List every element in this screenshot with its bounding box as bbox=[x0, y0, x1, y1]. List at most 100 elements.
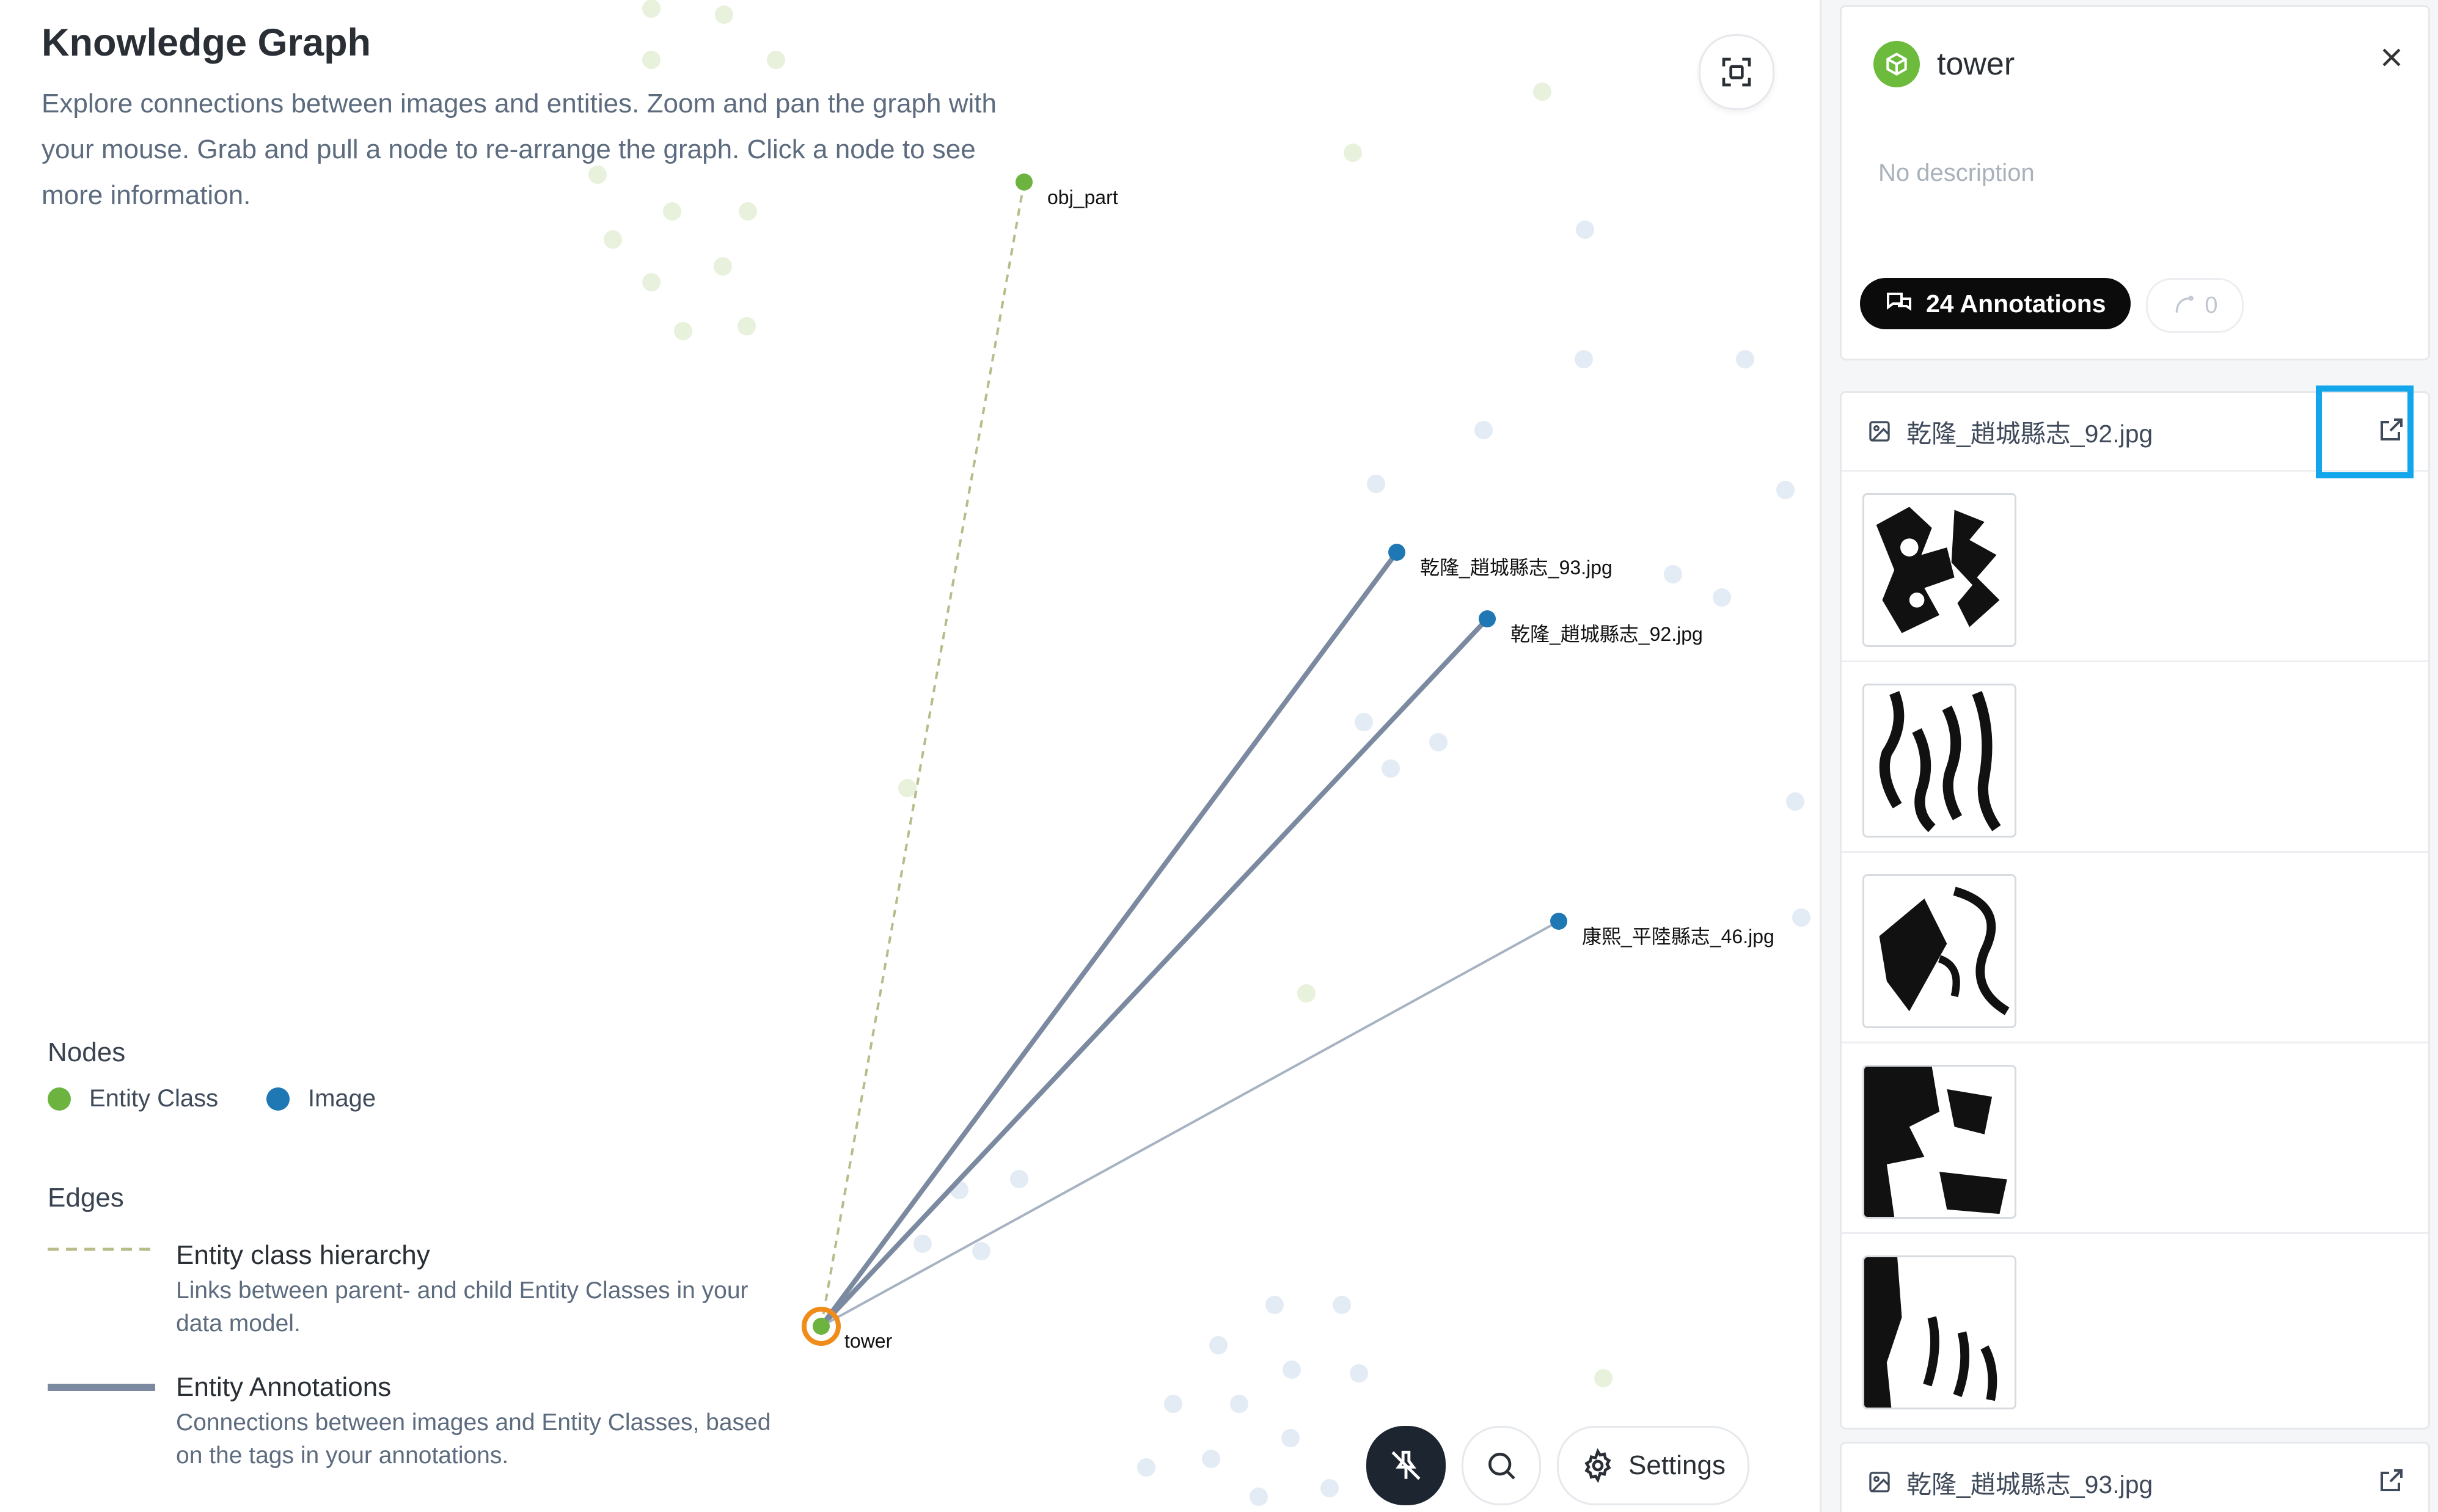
legend-annotations-title: Entity Annotations bbox=[176, 1372, 392, 1402]
file-name-92: 乾隆_趙城縣志_92.jpg bbox=[1906, 420, 2153, 448]
annotations-count-button[interactable]: 24 Annotations bbox=[1860, 278, 2131, 329]
faded-image-node bbox=[1250, 1488, 1268, 1506]
faded-image-node bbox=[1736, 350, 1754, 368]
settings-label: Settings bbox=[1628, 1450, 1726, 1480]
annotation-thumbnail[interactable] bbox=[1862, 1065, 2016, 1219]
faded-entity-node bbox=[898, 779, 917, 797]
node-label-image-46: 康熙_平陸縣志_46.jpg bbox=[1582, 926, 1774, 948]
node-image-46[interactable] bbox=[1550, 913, 1567, 930]
file-name-93: 乾隆_趙城縣志_93.jpg bbox=[1906, 1470, 2153, 1499]
faded-entity-node bbox=[714, 257, 732, 276]
annotation-edge-swatch-icon bbox=[48, 1384, 155, 1391]
file-header-93: 乾隆_趙城縣志_93.jpg bbox=[1842, 1444, 2428, 1512]
entity-header: tower bbox=[1873, 41, 2015, 87]
search-icon bbox=[1488, 1453, 1515, 1480]
faded-entity-node bbox=[1344, 144, 1362, 162]
settings-button[interactable]: Settings bbox=[1557, 1426, 1749, 1505]
faded-entity-node bbox=[767, 51, 785, 69]
entity-card: tower No description 24 Annotations 0 bbox=[1840, 5, 2430, 360]
image-dot-icon bbox=[266, 1087, 290, 1111]
faded-image-node bbox=[1786, 792, 1804, 811]
legend-entity-class: Entity Class bbox=[48, 1085, 218, 1112]
annotation-thumbnail[interactable] bbox=[1862, 874, 2016, 1028]
faded-image-node bbox=[1713, 588, 1731, 607]
annotation-row[interactable] bbox=[1842, 851, 2428, 1043]
faded-image-node bbox=[1792, 908, 1810, 927]
faded-image-node bbox=[1576, 221, 1594, 239]
faded-entity-node bbox=[1594, 1369, 1613, 1387]
faded-entity-node bbox=[674, 322, 692, 340]
page-title: Knowledge Graph bbox=[42, 21, 372, 64]
unpin-nodes-button[interactable] bbox=[1366, 1426, 1446, 1505]
annotation-row[interactable] bbox=[1842, 470, 2428, 662]
search-button[interactable] bbox=[1462, 1426, 1541, 1505]
annotations-count-label: 24 Annotations bbox=[1926, 289, 2106, 318]
annotation-row[interactable] bbox=[1842, 1042, 2428, 1234]
relation-arc-icon bbox=[2176, 296, 2194, 313]
faded-image-node bbox=[1776, 481, 1795, 499]
node-image-92[interactable] bbox=[1479, 610, 1496, 627]
legend-edges-title: Edges bbox=[48, 1183, 124, 1213]
page-description: Explore connections between images and e… bbox=[42, 89, 997, 210]
faded-image-node bbox=[1382, 759, 1400, 778]
faded-image-node bbox=[1283, 1360, 1301, 1379]
legend-nodes-title: Nodes bbox=[48, 1037, 126, 1067]
faded-image-node bbox=[1429, 733, 1448, 751]
entity-class-icon bbox=[1873, 41, 1920, 87]
faded-entity-node bbox=[604, 230, 622, 249]
hierarchy-edge-swatch-icon bbox=[48, 1247, 155, 1251]
entity-description: No description bbox=[1878, 159, 2035, 186]
image-file-icon bbox=[1869, 1472, 1890, 1492]
annotation-row[interactable] bbox=[1842, 1232, 2428, 1423]
faded-entity-node bbox=[715, 5, 733, 24]
node-label-obj-part: obj_part bbox=[1047, 186, 1118, 208]
annotations-icon bbox=[1887, 293, 1911, 311]
unpin-icon bbox=[1391, 1450, 1421, 1480]
highlight-box bbox=[2316, 385, 2414, 478]
faded-entity-node bbox=[642, 273, 661, 291]
relations-count-button[interactable]: 0 bbox=[2146, 278, 2244, 333]
edge-hierarchy-obj-part-tower bbox=[820, 181, 1025, 1327]
legend-annotations-desc: Connections between images and Entity Cl… bbox=[176, 1409, 771, 1469]
graph-canvas[interactable]: obj_part 乾隆_趙城縣志_93.jpg 乾隆_趙城縣志_92.jpg 康… bbox=[0, 0, 1820, 1512]
faded-image-node bbox=[1367, 475, 1385, 493]
faded-image-node bbox=[1333, 1296, 1351, 1314]
annotation-thumbnail[interactable] bbox=[1862, 1255, 2016, 1409]
faded-image-node bbox=[1010, 1170, 1028, 1188]
faded-entity-node bbox=[642, 0, 661, 18]
faded-entity-node bbox=[1533, 82, 1551, 101]
legend-image: Image bbox=[266, 1085, 376, 1112]
entity-name: tower bbox=[1937, 46, 2015, 82]
faded-image-node bbox=[1664, 565, 1682, 583]
file-card-93: 乾隆_趙城縣志_93.jpg bbox=[1840, 1442, 2430, 1512]
legend-entity-class-label: Entity Class bbox=[89, 1085, 219, 1112]
entity-class-dot-icon bbox=[48, 1087, 71, 1111]
faded-image-node bbox=[1137, 1458, 1155, 1477]
faded-entity-node bbox=[738, 317, 756, 335]
fit-view-button[interactable] bbox=[1699, 34, 1774, 110]
faded-image-node bbox=[1350, 1364, 1368, 1382]
edge-annotation-tower-img46 bbox=[821, 920, 1559, 1328]
faded-image-node bbox=[1265, 1296, 1284, 1314]
annotation-thumbnail[interactable] bbox=[1862, 684, 2016, 838]
node-label-image-92: 乾隆_趙城縣志_92.jpg bbox=[1510, 623, 1703, 645]
edge-annotation-tower-img92 bbox=[819, 617, 1489, 1328]
annotation-row[interactable] bbox=[1842, 660, 2428, 853]
node-tower[interactable] bbox=[813, 1318, 830, 1335]
faded-image-node bbox=[1355, 713, 1373, 731]
faded-image-node bbox=[1209, 1336, 1228, 1354]
faded-image-node bbox=[1281, 1429, 1300, 1447]
node-image-93[interactable] bbox=[1388, 544, 1405, 561]
node-label-image-93: 乾隆_趙城縣志_93.jpg bbox=[1420, 557, 1613, 579]
close-panel-button[interactable] bbox=[2378, 37, 2405, 79]
entity-details-panel: tower No description 24 Annotations 0 乾隆… bbox=[1820, 0, 2438, 1512]
file-card-92: 乾隆_趙城縣志_92.jpg bbox=[1840, 385, 2430, 1430]
external-link-icon[interactable] bbox=[2377, 1466, 2406, 1495]
legend-hierarchy-desc: Links between parent- and child Entity C… bbox=[176, 1277, 749, 1337]
faded-entity-node bbox=[642, 51, 661, 69]
fit-to-screen-icon bbox=[1722, 57, 1751, 87]
legend-hierarchy-title: Entity class hierarchy bbox=[176, 1240, 430, 1270]
annotation-thumbnail[interactable] bbox=[1862, 493, 2016, 647]
faded-entity-node bbox=[1297, 984, 1316, 1003]
faded-image-node bbox=[1575, 350, 1593, 368]
